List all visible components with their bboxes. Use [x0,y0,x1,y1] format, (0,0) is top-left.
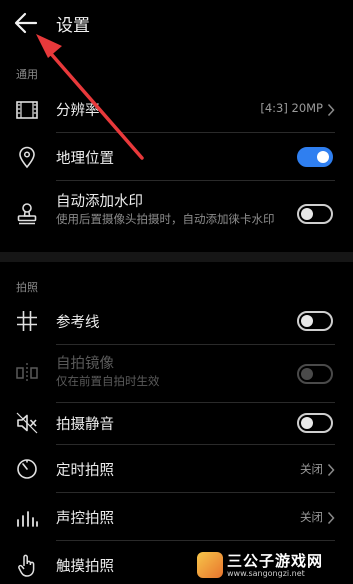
section-label-general: 通用 [16,68,38,81]
app-header: 设置 [0,0,353,48]
setting-label: 定时拍照 [56,463,114,479]
mute-toggle[interactable] [297,413,333,433]
toggle-knob [317,151,329,163]
speaker-mute-icon [14,410,40,436]
setting-description: 使用后置摄像头拍摄时，自动添加徕卡水印 [56,212,275,226]
setting-label: 声控拍照 [56,511,114,527]
divider [56,492,335,493]
setting-label: 参考线 [56,315,100,331]
setting-row-location[interactable]: 地理位置 [0,134,353,180]
timer-icon [14,456,40,482]
watermark-name: 三公子游戏网 [227,552,324,570]
divider [56,132,335,133]
setting-label: 分辨率 [56,103,100,119]
sound-wave-icon [14,504,40,530]
selfie-mirror-toggle [297,364,333,384]
stamp-icon [14,200,40,226]
chevron-right-icon [327,102,335,117]
page-title: 设置 [56,16,90,36]
back-arrow-icon[interactable] [12,10,40,36]
setting-row-resolution[interactable]: 分辨率 [4:3] 20MP [0,86,353,132]
toggle-knob [301,417,313,429]
setting-row-gridline[interactable]: 参考线 [0,298,353,344]
divider [56,444,335,445]
setting-description: 仅在前置自拍时生效 [56,374,160,388]
setting-value: [4:3] 20MP [260,101,323,115]
location-pin-icon [14,144,40,170]
chevron-right-icon [327,462,335,477]
setting-value: 关闭 [300,510,323,524]
toggle-knob [301,315,313,327]
section-label-shooting: 拍照 [16,281,38,294]
setting-label: 自拍镜像 [56,356,114,372]
setting-value: 关闭 [300,462,323,476]
chevron-right-icon [327,510,335,525]
gridline-toggle[interactable] [297,311,333,331]
divider [56,180,335,181]
toggle-knob [301,368,313,380]
site-watermark: 三公子游戏网 www.sangongzi.net [197,550,347,580]
mirror-icon [14,360,40,386]
setting-row-voice[interactable]: 声控拍照 关闭 [0,494,353,540]
resolution-icon [14,97,40,123]
watermark-url: www.sangongzi.net [227,569,305,578]
divider [56,402,335,403]
grid-icon [14,308,40,334]
setting-row-selfie-mirror: 自拍镜像 仅在前置自拍时生效 [0,346,353,402]
touch-hand-icon [14,552,40,578]
setting-label: 拍摄静音 [56,417,114,433]
divider [56,344,335,345]
watermark-logo-icon [197,552,223,578]
setting-row-mute[interactable]: 拍摄静音 [0,404,353,442]
setting-row-timer[interactable]: 定时拍照 关闭 [0,446,353,492]
location-toggle[interactable] [297,147,333,167]
divider [56,540,335,541]
setting-row-watermark[interactable]: 自动添加水印 使用后置摄像头拍摄时，自动添加徕卡水印 [0,182,353,246]
setting-label: 触摸拍照 [56,559,114,575]
section-gap [0,252,353,262]
setting-label: 自动添加水印 [56,194,143,210]
toggle-knob [301,208,313,220]
setting-label: 地理位置 [56,151,114,167]
watermark-toggle[interactable] [297,204,333,224]
